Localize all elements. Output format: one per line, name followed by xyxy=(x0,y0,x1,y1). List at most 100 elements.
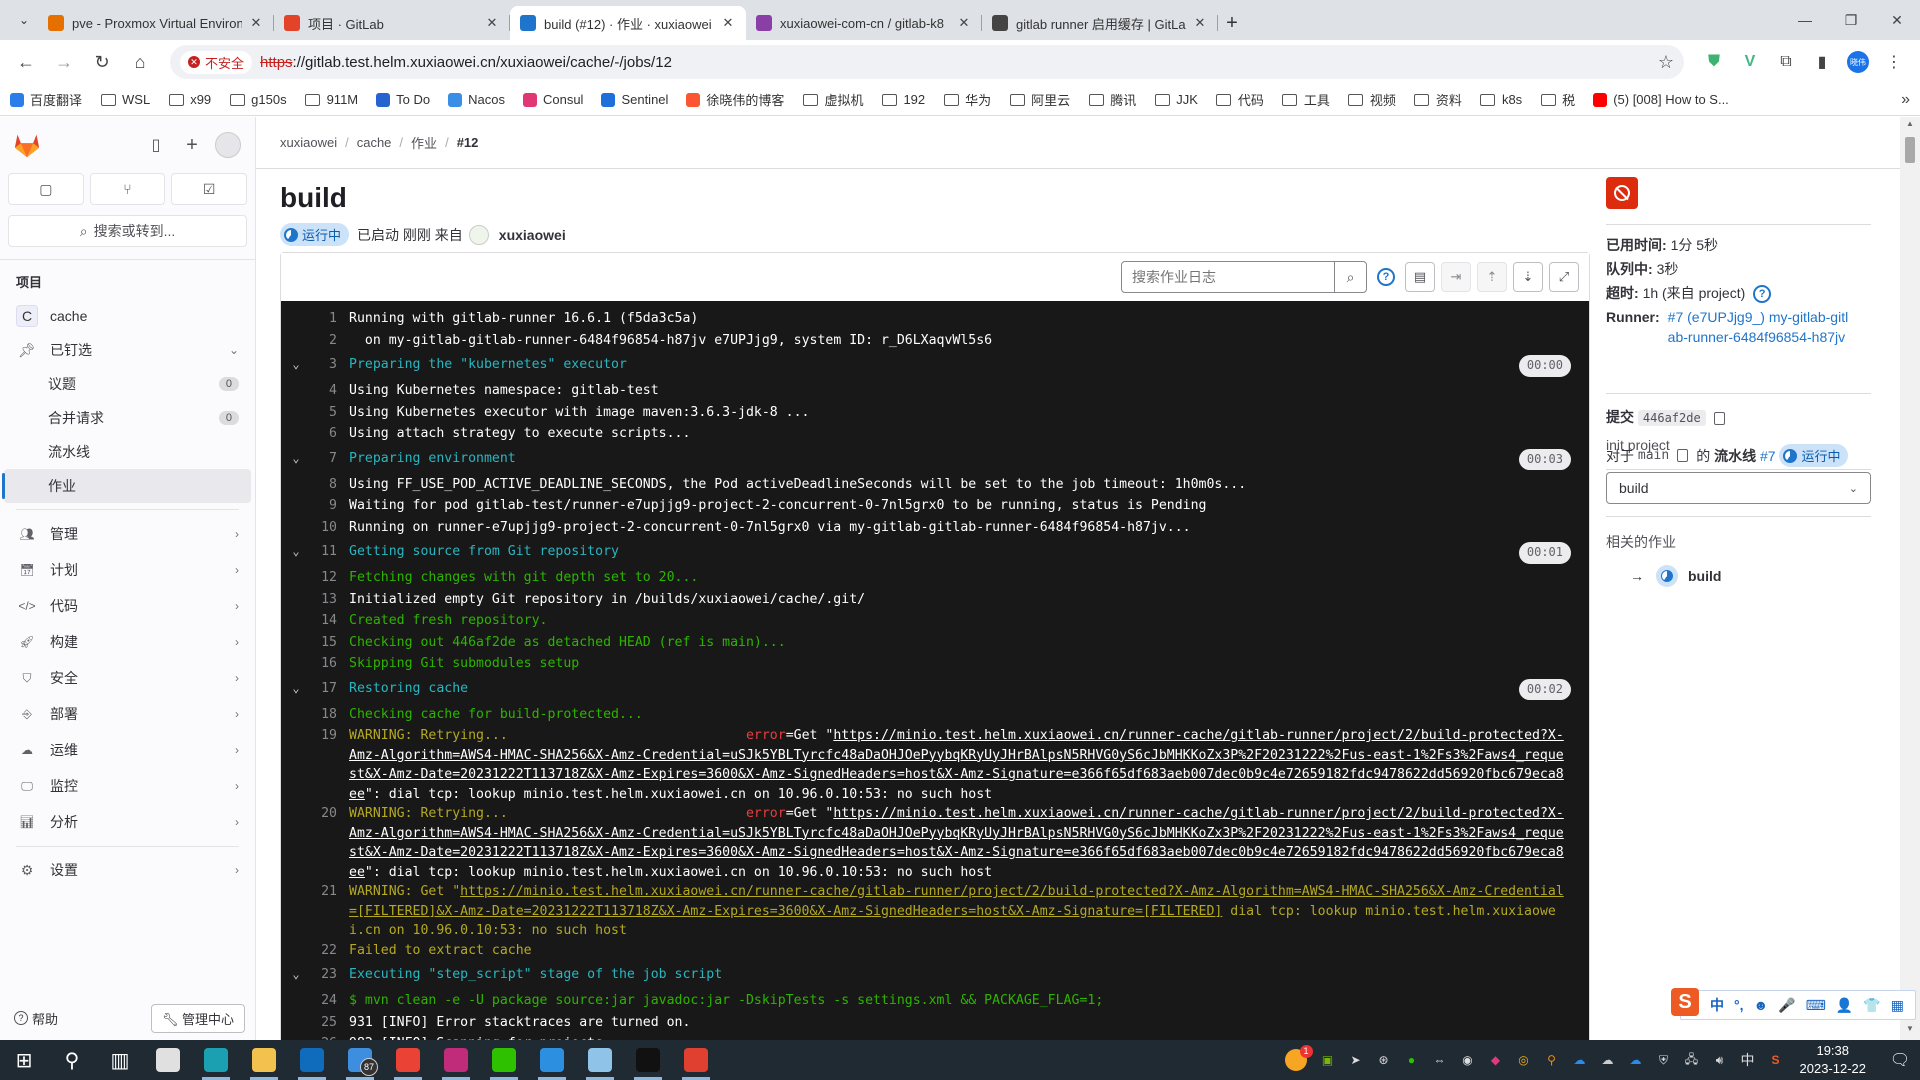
bookmark-item[interactable]: g150s xyxy=(229,92,287,107)
browser-menu-icon[interactable]: ⋮ xyxy=(1878,46,1910,78)
taskbar-intellij-icon[interactable] xyxy=(432,1040,480,1080)
collapse-section-icon[interactable]: ⌄ xyxy=(281,449,311,469)
bookmark-item[interactable]: To Do xyxy=(376,92,430,107)
taskbar-edge-icon[interactable] xyxy=(192,1040,240,1080)
admin-area-button[interactable]: 🔧︎ 管理中心 xyxy=(150,1003,245,1033)
gitlab-logo-icon[interactable] xyxy=(12,132,42,158)
taskbar-start-icon[interactable]: ⊞ xyxy=(0,1040,48,1080)
line-number[interactable]: 8 xyxy=(311,475,349,495)
ime-toolbar-button[interactable]: 🎤 xyxy=(1778,997,1795,1014)
line-number[interactable]: 22 xyxy=(311,941,349,961)
taskbar-outlook-icon[interactable] xyxy=(288,1040,336,1080)
onedrive-icon[interactable]: ☁ xyxy=(1569,1051,1591,1069)
bookmark-item[interactable]: 徐晓伟的博客 xyxy=(686,90,784,109)
sogou-ime-logo-icon[interactable]: S xyxy=(1671,988,1699,1016)
close-tab-icon[interactable]: ✕ xyxy=(248,15,264,31)
taskbar-wechat-icon[interactable] xyxy=(480,1040,528,1080)
log-section-header[interactable]: ⌄ 23 Executing "step_script" stage of the … xyxy=(281,965,1589,991)
taskbar-file-explorer-icon[interactable] xyxy=(240,1040,288,1080)
bookmarks-overflow-button[interactable]: » xyxy=(1901,91,1910,109)
bookmark-item[interactable]: x99 xyxy=(168,92,211,107)
help-button[interactable]: ? 帮助 xyxy=(14,1009,58,1028)
vue-devtools-extension-icon[interactable]: V xyxy=(1734,46,1766,78)
timeout-help-icon[interactable]: ? xyxy=(1753,285,1772,304)
ime-toolbar-button[interactable]: 中 xyxy=(1710,995,1724,1015)
pinned-section-toggle[interactable]: 📌︎ 已钉选 ⌄ xyxy=(4,333,251,367)
search-tray-icon[interactable]: ⚲ xyxy=(1541,1051,1563,1069)
new-tab-button[interactable]: + xyxy=(1218,6,1246,40)
bookmark-item[interactable]: JJK xyxy=(1154,92,1198,107)
input-language-indicator[interactable]: 中 xyxy=(1737,1051,1759,1069)
log-section-header[interactable]: ⌄ 7 Preparing environment 00:03 xyxy=(281,448,1589,475)
browser-tab[interactable]: pve - Proxmox Virtual Environ ✕ xyxy=(38,6,274,40)
send-icon[interactable]: ➤ xyxy=(1345,1051,1367,1069)
scrollbar-thumb[interactable] xyxy=(1905,137,1915,163)
line-number[interactable]: 14 xyxy=(311,611,349,631)
search-icon[interactable]: ⌕ xyxy=(1334,262,1366,292)
bookmark-item[interactable]: Sentinel xyxy=(601,92,668,107)
sidebar-menu-item[interactable]: </> 代码 › xyxy=(4,588,251,624)
toggle-line-wrap-button[interactable]: ⇥ xyxy=(1441,262,1471,292)
close-window-button[interactable]: ✕ xyxy=(1874,0,1920,40)
sidebar-menu-item[interactable]: ⛉ 安全 › xyxy=(4,660,251,696)
line-number[interactable]: 11 xyxy=(311,542,349,562)
address-bar[interactable]: ✕ 不安全 https://gitlab.test.helm.xuxiaowei… xyxy=(170,45,1684,79)
copy-commit-sha-icon[interactable] xyxy=(1713,411,1725,425)
url-text[interactable]: https://gitlab.test.helm.xuxiaowei.cn/xu… xyxy=(260,54,672,71)
line-number[interactable]: 12 xyxy=(311,568,349,588)
bookmark-item[interactable]: 虚拟机 xyxy=(802,90,863,109)
clock[interactable]: 19:38 2023-12-22 xyxy=(1800,1042,1867,1078)
ime-toolbar-button[interactable]: ☻ xyxy=(1754,997,1769,1013)
scroll-up-arrow-icon[interactable]: ▲ xyxy=(1900,119,1920,133)
sidebar-pinned-item[interactable]: 合并请求 0 xyxy=(4,401,251,435)
line-number[interactable]: 13 xyxy=(311,590,349,610)
ime-toolbar-button[interactable]: ⌨ xyxy=(1806,997,1826,1014)
close-tab-icon[interactable]: ✕ xyxy=(484,15,500,31)
nvidia-icon[interactable]: ▣ xyxy=(1317,1051,1339,1069)
user-avatar[interactable] xyxy=(213,130,243,160)
line-number[interactable]: 20 xyxy=(311,804,349,824)
bookmark-item[interactable]: 阿里云 xyxy=(1009,90,1070,109)
cancel-job-button[interactable] xyxy=(1606,177,1638,209)
profile-avatar[interactable]: 晓伟 xyxy=(1842,46,1874,78)
browser-tab[interactable]: build (#12) · 作业 · xuxiaowei ✕ xyxy=(510,6,746,40)
extensions-puzzle-icon[interactable]: ⧉ xyxy=(1770,46,1802,78)
collapse-section-icon[interactable]: ⌄ xyxy=(281,355,311,375)
line-number[interactable]: 24 xyxy=(311,991,349,1011)
bookmark-item[interactable]: 911M xyxy=(305,92,358,107)
bookmark-item[interactable]: k8s xyxy=(1480,92,1522,107)
log-section-header[interactable]: ⌄ 11 Getting source from Git repository 00:… xyxy=(281,542,1589,568)
breadcrumb-item[interactable]: xuxiaowei xyxy=(280,135,337,150)
line-number[interactable]: 1 xyxy=(311,309,349,329)
taskbar-todo-icon[interactable]: 87 xyxy=(336,1040,384,1080)
branch-link[interactable]: main xyxy=(1638,448,1669,463)
sidebar-pinned-item[interactable]: 议题 0 xyxy=(4,367,251,401)
breadcrumb-item[interactable]: cache xyxy=(357,135,392,150)
scroll-to-bottom-button[interactable]: ⇣ xyxy=(1513,262,1543,292)
scroll-to-top-button[interactable]: ⇡ xyxy=(1477,262,1507,292)
sidebar-menu-item[interactable]: 📊︎ 分析 › xyxy=(4,804,251,840)
merge-requests-button[interactable]: ⑂ xyxy=(89,173,166,205)
bookmark-item[interactable]: Consul xyxy=(522,92,583,107)
reload-button[interactable]: ↻ xyxy=(86,46,118,78)
collapse-section-icon[interactable]: ⌄ xyxy=(281,965,311,985)
create-new-icon[interactable]: + xyxy=(177,130,207,160)
tray-app-icon[interactable]: ⊛ xyxy=(1373,1051,1395,1069)
sogou-tray-icon[interactable]: S xyxy=(1765,1051,1787,1069)
browser-tab[interactable]: gitlab runner 启用缓存 | GitLa ✕ xyxy=(982,6,1218,40)
taskbar-notepad-icon[interactable] xyxy=(576,1040,624,1080)
triggered-by-user[interactable]: xuxiaowei xyxy=(499,227,566,243)
bookmark-item[interactable]: 工具 xyxy=(1282,90,1330,109)
line-number[interactable]: 10 xyxy=(311,518,349,538)
breadcrumb-item[interactable]: 作业 xyxy=(411,133,437,152)
commit-sha-link[interactable]: 446af2de xyxy=(1637,410,1706,426)
browser-tab[interactable]: 项目 · GitLab ✕ xyxy=(274,6,510,40)
browser-tab[interactable]: xuxiaowei-com-cn / gitlab-k8 ✕ xyxy=(746,6,982,40)
sidebar-pinned-item[interactable]: 作业 xyxy=(2,469,251,503)
sidebar-item-settings[interactable]: ⚙ 设置 › xyxy=(4,853,251,887)
line-number[interactable]: 19 xyxy=(311,726,349,746)
sidebar-menu-item[interactable]: ☁ 运维 › xyxy=(4,732,251,768)
volume-icon[interactable]: 🔊︎ xyxy=(1709,1051,1731,1069)
bookmark-item[interactable]: (5) [008] How to S... xyxy=(1593,92,1729,107)
line-number[interactable]: 9 xyxy=(311,496,349,516)
